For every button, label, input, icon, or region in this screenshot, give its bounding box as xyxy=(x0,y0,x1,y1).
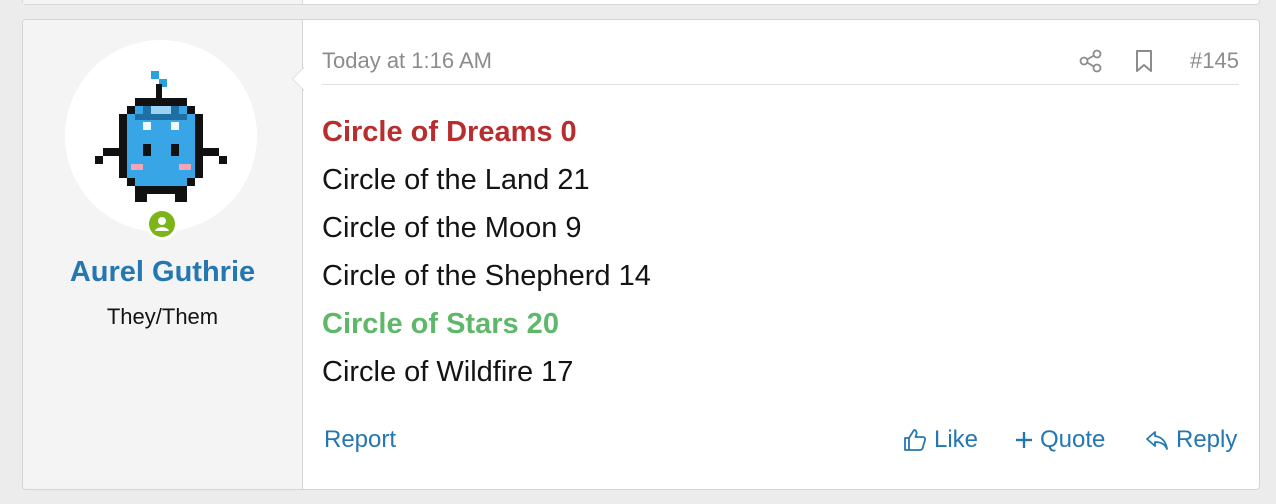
post-arrow xyxy=(293,68,304,90)
post-line: Circle of the Land 21 xyxy=(322,164,590,196)
previous-post-edge xyxy=(22,0,1260,5)
plus-icon xyxy=(1016,432,1032,448)
post-header: Today at 1:16 AM #145 xyxy=(322,44,1239,85)
username[interactable]: Aurel Guthrie xyxy=(23,256,302,289)
post-line: Circle of Dreams 0 xyxy=(322,116,577,148)
post-main: Today at 1:16 AM #145 Circle of Dreams 0 xyxy=(322,20,1239,489)
post-line: Circle of Wildfire 17 xyxy=(322,356,574,388)
like-button[interactable]: Like xyxy=(902,426,978,454)
post-line: Circle of the Shepherd 14 xyxy=(322,260,651,292)
post-body: Circle of Dreams 0 Circle of the Land 21… xyxy=(322,110,651,398)
user-cell: Aurel Guthrie They/Them xyxy=(23,20,303,489)
avatar-image xyxy=(95,71,227,202)
reply-button[interactable]: Reply xyxy=(1144,426,1237,454)
post-date[interactable]: Today at 1:16 AM xyxy=(322,48,492,74)
forum-post: Aurel Guthrie They/Them Today at 1:16 AM xyxy=(22,19,1260,490)
like-label: Like xyxy=(934,426,979,453)
post-number[interactable]: #145 xyxy=(1190,48,1239,74)
post-footer: Report Like Quote Reply xyxy=(322,424,1239,460)
share-icon[interactable] xyxy=(1078,48,1104,74)
report-link[interactable]: Report xyxy=(324,426,396,454)
online-status-indicator xyxy=(146,208,178,240)
reply-arrow-icon xyxy=(1146,431,1168,450)
post-line: Circle of Stars 20 xyxy=(322,308,559,340)
previous-post-user-cell xyxy=(23,0,303,4)
user-status-icon xyxy=(149,211,175,237)
quote-label: Quote xyxy=(1040,426,1106,453)
thumbs-up-icon xyxy=(904,429,927,451)
user-title: They/Them xyxy=(106,304,219,329)
post-line: Circle of the Moon 9 xyxy=(322,212,582,244)
avatar[interactable] xyxy=(65,40,257,232)
bookmark-icon[interactable] xyxy=(1132,48,1156,74)
reply-label: Reply xyxy=(1176,426,1238,453)
quote-button[interactable]: Quote xyxy=(1014,426,1105,454)
